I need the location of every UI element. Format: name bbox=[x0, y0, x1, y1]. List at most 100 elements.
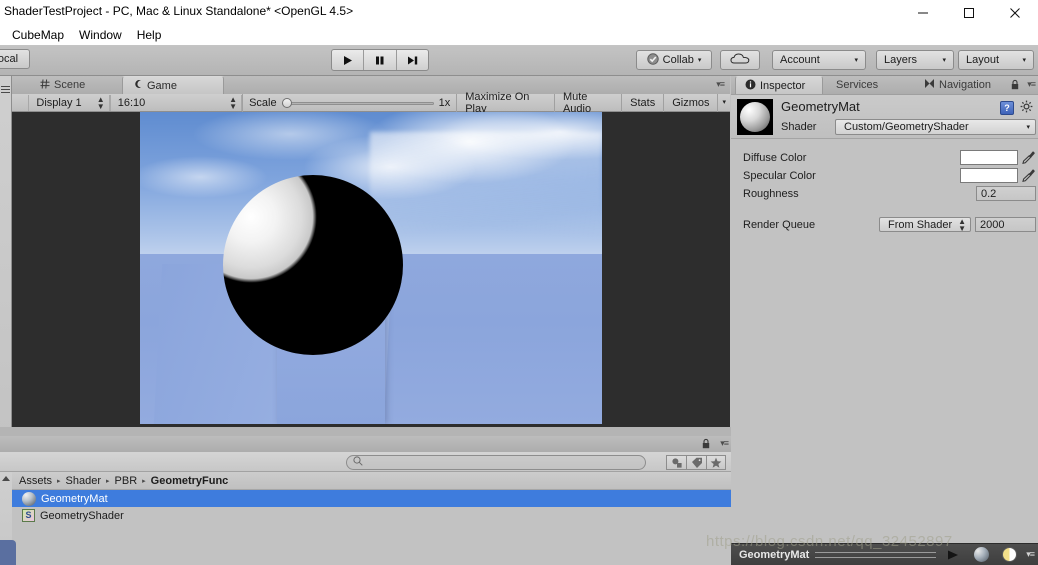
menu-item-cubemap[interactable]: CubeMap bbox=[6, 26, 73, 45]
play-button[interactable] bbox=[332, 50, 365, 70]
tab-inspector-label: Inspector bbox=[760, 79, 806, 92]
tab-navigation-label: Navigation bbox=[939, 79, 991, 91]
game-view-viewport[interactable] bbox=[12, 112, 730, 436]
pivot-rotation-toggle[interactable]: ocal bbox=[0, 49, 30, 69]
gizmos-label: Gizmos bbox=[672, 96, 710, 109]
search-icon bbox=[353, 456, 363, 469]
inspector-menu-icon[interactable]: ▾≡ bbox=[1027, 79, 1036, 90]
scale-slider-track bbox=[281, 101, 434, 105]
updown-icon: ▲ ▼ bbox=[229, 94, 238, 111]
gizmos-dropdown[interactable]: Gizmos bbox=[663, 93, 717, 112]
menu-item-window[interactable]: Window bbox=[73, 26, 131, 45]
step-button[interactable] bbox=[397, 50, 428, 70]
chevron-down-icon: ▾ bbox=[942, 56, 946, 64]
window-title: ShaderTestProject - PC, Mac & Linux Stan… bbox=[4, 4, 354, 18]
account-label: Account bbox=[780, 54, 820, 66]
collab-label: Collab bbox=[662, 54, 694, 66]
tab-navigation[interactable]: Navigation bbox=[915, 76, 1007, 94]
shader-dropdown[interactable]: Custom/GeometryShader ▾ bbox=[835, 119, 1036, 135]
tab-game[interactable]: Game bbox=[122, 76, 224, 94]
stats-button[interactable]: Stats bbox=[621, 93, 663, 112]
cloud-button[interactable] bbox=[720, 50, 760, 70]
chevron-down-icon: ▾ bbox=[697, 56, 702, 64]
eyedropper-icon[interactable] bbox=[1021, 150, 1036, 168]
updown-icon: ▲ ▼ bbox=[958, 216, 966, 233]
material-header: GeometryMat Shader Custom/GeometryShader… bbox=[731, 95, 1038, 139]
mute-audio-button[interactable]: Mute Audio bbox=[553, 91, 621, 115]
cloud-icon bbox=[730, 52, 750, 68]
preview-menu-icon[interactable]: ▾≡ bbox=[1026, 549, 1035, 560]
collapse-triangle-icon[interactable] bbox=[2, 476, 10, 481]
breadcrumb-item-shader[interactable]: Shader bbox=[66, 475, 101, 487]
gamepad-icon bbox=[133, 79, 143, 92]
shader-value: Custom/GeometryShader bbox=[844, 121, 969, 133]
updown-icon: ▲ ▼ bbox=[96, 94, 105, 111]
breadcrumb-item-geometryfunc[interactable]: GeometryFunc bbox=[151, 475, 229, 487]
maximize-on-play-button[interactable]: Maximize On Play bbox=[456, 91, 554, 115]
unity-editor-window: ShaderTestProject - PC, Mac & Linux Stan… bbox=[0, 0, 1038, 565]
filter-by-label-icon[interactable] bbox=[686, 455, 706, 470]
maximize-icon[interactable] bbox=[946, 0, 992, 26]
tab-services[interactable]: Services bbox=[827, 76, 895, 94]
panel-menu-icon[interactable] bbox=[1, 86, 10, 93]
layers-dropdown[interactable]: Layers ▾ bbox=[876, 50, 954, 70]
asset-list: GeometryMat S GeometryShader bbox=[0, 490, 731, 565]
specular-color-swatch[interactable] bbox=[960, 168, 1018, 183]
search-input[interactable] bbox=[346, 455, 646, 470]
menu-bar: CubeMap Window Help bbox=[0, 26, 1038, 45]
preview-play-icon[interactable] bbox=[942, 546, 964, 564]
property-row-roughness: Roughness 0.2 bbox=[731, 185, 1036, 203]
list-item[interactable]: GeometryMat bbox=[0, 490, 731, 507]
display-value: Display 1 bbox=[36, 96, 82, 109]
asset-name: GeometryMat bbox=[41, 492, 108, 505]
breadcrumb-item-assets[interactable]: Assets bbox=[19, 475, 52, 487]
help-icon[interactable]: ? bbox=[1000, 101, 1014, 115]
property-row-specular-color: Specular Color bbox=[731, 167, 1036, 185]
tab-scene[interactable]: Scene bbox=[30, 76, 108, 94]
roughness-field[interactable]: 0.2 bbox=[976, 186, 1036, 201]
scale-slider[interactable] bbox=[281, 97, 434, 109]
material-thumbnail bbox=[737, 99, 773, 135]
filter-favorites-icon[interactable] bbox=[706, 455, 726, 470]
game-dock-menu-icon[interactable]: ▾≡ bbox=[716, 79, 725, 90]
material-properties: Diffuse Color Specular Color Roughness 0… bbox=[731, 139, 1038, 234]
menu-item-help[interactable]: Help bbox=[131, 26, 171, 45]
preview-lighting-icon[interactable] bbox=[998, 546, 1020, 564]
shader-field-label: Shader bbox=[781, 121, 817, 133]
lock-icon[interactable] bbox=[1010, 79, 1020, 94]
list-item[interactable]: S GeometryShader bbox=[0, 507, 731, 524]
layout-label: Layout bbox=[966, 54, 1000, 66]
gizmos-chevron-icon[interactable]: ▾ bbox=[717, 93, 730, 112]
tab-inspector[interactable]: Inspector bbox=[735, 76, 823, 94]
navmesh-icon bbox=[924, 78, 935, 92]
gear-icon[interactable] bbox=[1020, 100, 1033, 116]
material-name: GeometryMat bbox=[781, 99, 860, 114]
aspect-dropdown[interactable]: 16:10 ▲ ▼ bbox=[109, 94, 243, 111]
display-dropdown[interactable]: Display 1 ▲ ▼ bbox=[28, 94, 110, 111]
collab-button[interactable]: Collab ▾ bbox=[636, 50, 712, 70]
scale-slider-knob[interactable] bbox=[281, 97, 292, 108]
pause-button[interactable] bbox=[364, 50, 397, 70]
grid-icon bbox=[40, 78, 50, 92]
specular-color-label: Specular Color bbox=[743, 170, 816, 182]
diffuse-color-swatch[interactable] bbox=[960, 150, 1018, 165]
breadcrumb-separator-icon: ▸ bbox=[57, 477, 61, 485]
eyedropper-icon[interactable] bbox=[1021, 168, 1036, 186]
render-queue-value-field[interactable]: 2000 bbox=[975, 217, 1036, 232]
tab-services-label: Services bbox=[836, 79, 879, 91]
minimize-icon[interactable] bbox=[900, 0, 946, 26]
close-icon[interactable] bbox=[992, 0, 1038, 26]
breadcrumb-item-pbr[interactable]: PBR bbox=[115, 475, 138, 487]
project-menu-icon[interactable]: ▾≡ bbox=[720, 438, 729, 449]
render-queue-dropdown[interactable]: From Shader ▲ ▼ bbox=[879, 217, 971, 232]
account-dropdown[interactable]: Account ▾ bbox=[772, 50, 866, 70]
preview-sphere-icon[interactable] bbox=[970, 546, 992, 564]
window-controls bbox=[900, 0, 1038, 26]
hierarchy-panel-edge bbox=[0, 76, 12, 436]
layout-dropdown[interactable]: Layout ▾ bbox=[958, 50, 1034, 70]
game-view-toolbar: Display 1 ▲ ▼ 16:10 ▲ ▼ Scale 1x Maximize … bbox=[12, 91, 730, 115]
inspector-content: GeometryMat Shader Custom/GeometryShader… bbox=[731, 94, 1038, 565]
filter-by-type-icon[interactable] bbox=[666, 455, 686, 470]
lock-icon[interactable] bbox=[701, 438, 711, 453]
scale-value: 1x bbox=[438, 96, 451, 109]
